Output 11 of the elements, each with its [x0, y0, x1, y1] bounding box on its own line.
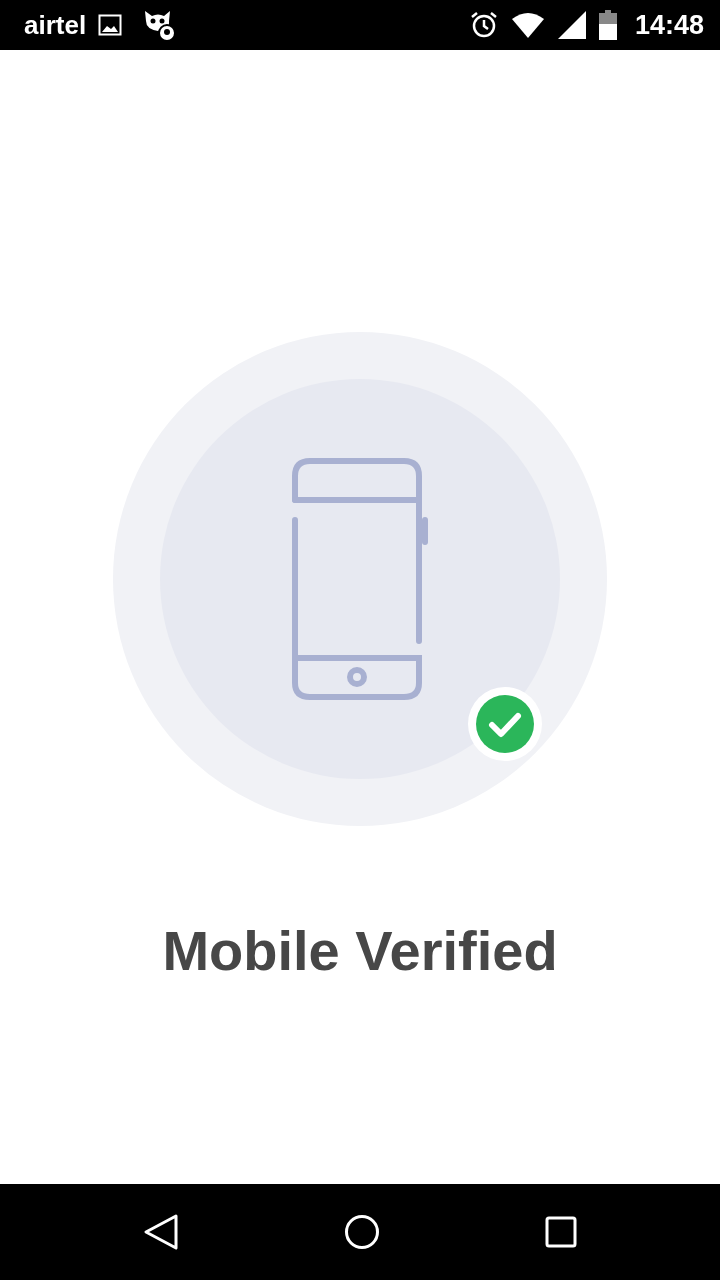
battery-icon: [598, 10, 617, 40]
recents-icon[interactable]: [545, 1216, 578, 1248]
status-title: Mobile Verified: [162, 918, 558, 983]
carrier-name: airtel: [24, 9, 87, 41]
clock-time: 14:48: [634, 9, 704, 41]
home-icon[interactable]: [344, 1214, 380, 1250]
back-icon[interactable]: [142, 1213, 179, 1251]
image-icon: [98, 14, 123, 36]
phone-icon: [292, 458, 428, 700]
signal-icon: [556, 10, 587, 40]
wifi-icon: [510, 11, 545, 39]
